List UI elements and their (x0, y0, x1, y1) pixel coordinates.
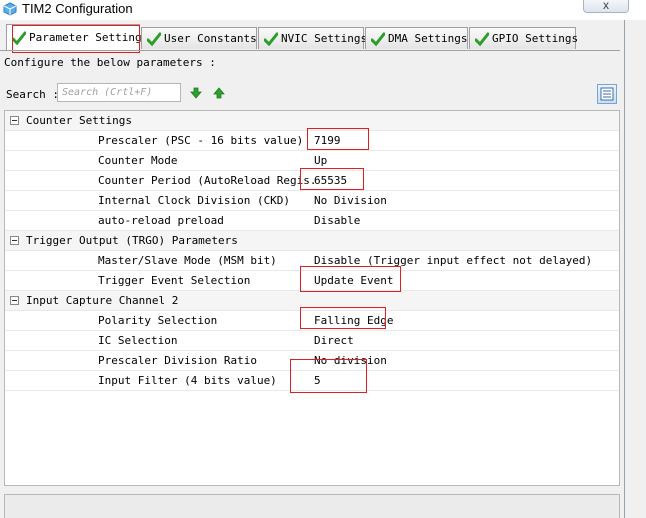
title-bar: TIM2 Configuration x (0, 0, 646, 20)
param-name: Trigger Event Selection (98, 274, 251, 287)
tab-gpio-settings[interactable]: GPIO Settings (469, 27, 579, 49)
param-row[interactable]: auto-reload preload Disable (5, 211, 619, 231)
dialog-body: Parameter Settings User Constants NVIC S… (0, 20, 625, 518)
param-value[interactable]: Disable (314, 214, 360, 227)
search-label: Search : (6, 88, 59, 101)
polarity-annotation-box (300, 307, 386, 329)
param-value[interactable]: Direct (314, 334, 354, 347)
tab-dma-settings[interactable]: DMA Settings (365, 27, 468, 49)
param-name: auto-reload preload (98, 214, 224, 227)
collapse-icon[interactable] (10, 116, 19, 125)
period-annotation-box (300, 168, 364, 190)
configure-instructions: Configure the below parameters : (4, 56, 216, 69)
tab-annotation-box (12, 25, 140, 53)
list-view-button[interactable] (597, 84, 617, 104)
param-name: Master/Slave Mode (MSM bit) (98, 254, 277, 267)
group-name: Trigger Output (TRGO) Parameters (26, 234, 238, 247)
tab-nvic-settings[interactable]: NVIC Settings (258, 27, 368, 49)
check-icon (147, 32, 161, 46)
arrow-up-icon[interactable] (213, 87, 225, 99)
group-row[interactable]: Trigger Output (TRGO) Parameters (5, 231, 619, 251)
param-value[interactable]: No Division (314, 194, 387, 207)
param-name: Prescaler Division Ratio (98, 354, 257, 367)
tab-user-constants[interactable]: User Constants (141, 27, 257, 49)
prescaler-annotation-box (307, 128, 369, 150)
window-title: TIM2 Configuration (22, 1, 133, 16)
tab-label: NVIC Settings (281, 32, 368, 45)
check-icon (371, 32, 385, 46)
search-input[interactable]: Search (Crtl+F) (57, 83, 181, 102)
filter-annotation-box (290, 359, 367, 393)
check-icon (475, 32, 489, 46)
check-icon (264, 32, 278, 46)
param-name: Input Filter (4 bits value) (98, 374, 277, 387)
param-name: Counter Mode (98, 154, 178, 167)
tab-label: User Constants (164, 32, 257, 45)
group-name: Input Capture Channel 2 (26, 294, 179, 307)
param-name: IC Selection (98, 334, 178, 347)
param-name: Internal Clock Division (CKD) (98, 194, 291, 207)
param-name: Prescaler (PSC - 16 bits value) (98, 134, 304, 147)
tab-label: GPIO Settings (492, 32, 579, 45)
parameter-grid: Counter Settings Prescaler (PSC - 16 bit… (4, 110, 620, 486)
close-button[interactable]: x (583, 0, 629, 13)
param-name: Counter Period (AutoReload Regis. (98, 174, 317, 187)
list-view-icon (600, 87, 614, 101)
group-name: Counter Settings (26, 114, 132, 127)
arrow-down-icon[interactable] (190, 87, 202, 99)
tab-divider (0, 50, 620, 51)
collapse-icon[interactable] (10, 296, 19, 305)
param-row[interactable]: Internal Clock Division (CKD) No Divisio… (5, 191, 619, 211)
tab-label: DMA Settings (388, 32, 468, 45)
description-panel (4, 494, 620, 518)
param-name: Polarity Selection (98, 314, 218, 327)
trigger-annotation-box (300, 266, 401, 292)
cube-icon (3, 2, 17, 16)
param-value[interactable]: Up (314, 154, 327, 167)
collapse-icon[interactable] (10, 236, 19, 245)
param-row[interactable]: IC Selection Direct (5, 331, 619, 351)
